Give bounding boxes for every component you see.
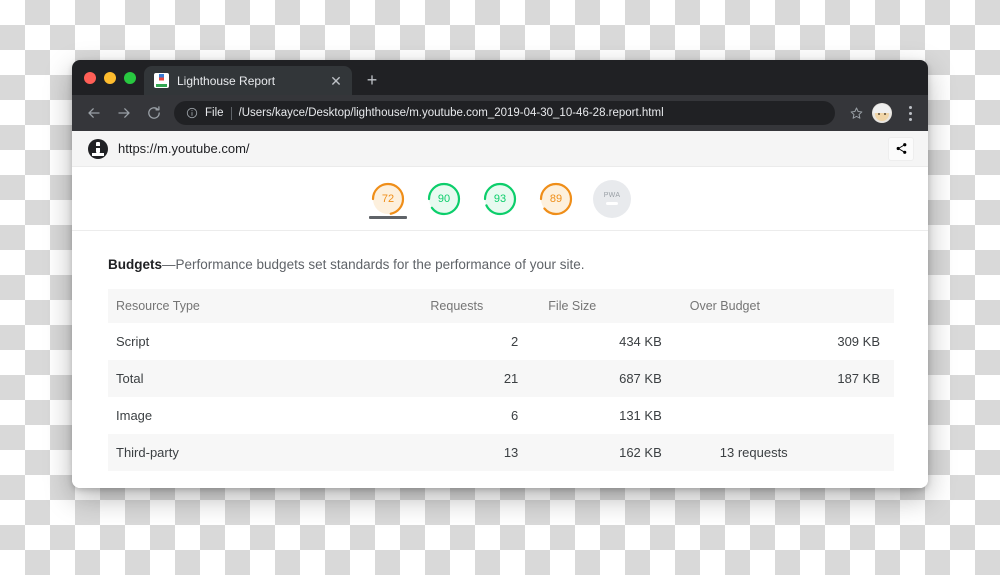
cell-resource-type: Script — [108, 323, 423, 360]
lighthouse-logo-icon — [88, 138, 108, 159]
cell-resource-type: Third-party — [108, 434, 423, 471]
lighthouse-favicon-icon — [154, 73, 169, 88]
gauge-pwa[interactable]: PWA — [593, 179, 631, 218]
maximize-window-button[interactable] — [124, 71, 136, 84]
cell-over-budget: 13 requests — [681, 434, 894, 471]
omnibox-scheme-label: File — [205, 107, 224, 119]
close-tab-icon[interactable]: ✕ — [328, 73, 344, 89]
lighthouse-report: https://m.youtube.com/ 72 90 93 89 PWA B… — [72, 131, 928, 488]
table-row: Third-party 13 162 KB 13 requests — [108, 434, 894, 471]
cell-resource-type: Image — [108, 397, 423, 434]
pwa-label: PWA — [603, 192, 621, 199]
report-topbar: https://m.youtube.com/ — [72, 131, 928, 167]
cell-requests: 6 — [422, 397, 541, 434]
score-gauges: 72 90 93 89 PWA — [72, 167, 928, 231]
budgets-table: Resource Type Requests File Size Over Bu… — [108, 289, 894, 471]
gauge-score-value: 89 — [549, 192, 563, 205]
forward-arrow-icon[interactable] — [110, 99, 138, 127]
browser-tab[interactable]: Lighthouse Report ✕ — [144, 66, 352, 95]
share-icon[interactable] — [888, 136, 914, 161]
window-traffic-lights — [80, 60, 144, 95]
cell-over-budget: 187 KB — [681, 360, 894, 397]
cell-requests: 2 — [422, 323, 541, 360]
close-window-button[interactable] — [84, 71, 96, 84]
budgets-heading-label: Budgets — [108, 257, 162, 272]
cell-resource-type: Total — [108, 360, 423, 397]
tab-title: Lighthouse Report — [177, 73, 276, 88]
column-header-resource-type: Resource Type — [108, 289, 423, 323]
browser-nav-bar: File /Users/kayce/Desktop/lighthouse/m.y… — [72, 95, 928, 131]
gauge-score-value: 72 — [381, 192, 395, 205]
three-dot-menu-icon[interactable] — [900, 99, 920, 127]
browser-window: Lighthouse Report ✕ + File /Users/kayce/… — [72, 60, 928, 488]
budgets-heading: Budgets—Performance budgets set standard… — [108, 257, 894, 272]
column-header-requests: Requests — [422, 289, 541, 323]
report-url: https://m.youtube.com/ — [118, 141, 250, 156]
cell-file-size: 434 KB — [540, 323, 682, 360]
omnibox-url-text[interactable]: /Users/kayce/Desktop/lighthouse/m.youtub… — [239, 107, 823, 119]
profile-avatar[interactable] — [872, 103, 892, 123]
gauge-score-value: 90 — [437, 192, 451, 205]
new-tab-button[interactable]: + — [358, 66, 386, 95]
reload-icon[interactable] — [140, 99, 168, 127]
cell-over-budget — [681, 397, 894, 434]
table-row: Total 21 687 KB 187 KB — [108, 360, 894, 397]
omnibox-divider — [230, 106, 232, 120]
cell-requests: 13 — [422, 434, 541, 471]
active-gauge-indicator — [369, 215, 407, 219]
budgets-section: Budgets—Performance budgets set standard… — [72, 231, 928, 471]
table-row: Script 2 434 KB 309 KB — [108, 323, 894, 360]
gauge-score-value: 93 — [493, 192, 507, 205]
table-row: Image 6 131 KB — [108, 397, 894, 434]
cell-requests: 21 — [422, 360, 541, 397]
tab-strip: Lighthouse Report ✕ + — [72, 60, 928, 95]
column-header-over-budget: Over Budget — [681, 289, 894, 323]
cell-over-budget: 309 KB — [681, 323, 894, 360]
gauge-seo[interactable]: 89 — [537, 180, 575, 218]
cell-file-size: 162 KB — [540, 434, 682, 471]
pwa-dash-icon — [606, 202, 618, 205]
gauge-performance[interactable]: 72 — [369, 180, 407, 219]
column-header-file-size: File Size — [540, 289, 682, 323]
gauge-accessibility[interactable]: 90 — [425, 180, 463, 218]
cell-file-size: 131 KB — [540, 397, 682, 434]
budgets-description: —Performance budgets set standards for t… — [162, 257, 585, 272]
omnibox[interactable]: File /Users/kayce/Desktop/lighthouse/m.y… — [174, 101, 835, 125]
info-circle-icon[interactable] — [186, 107, 198, 119]
star-icon[interactable] — [843, 106, 864, 121]
minimize-window-button[interactable] — [104, 71, 116, 84]
gauge-best-practices[interactable]: 93 — [481, 180, 519, 218]
table-header-row: Resource Type Requests File Size Over Bu… — [108, 289, 894, 323]
back-arrow-icon[interactable] — [80, 99, 108, 127]
cell-file-size: 687 KB — [540, 360, 682, 397]
